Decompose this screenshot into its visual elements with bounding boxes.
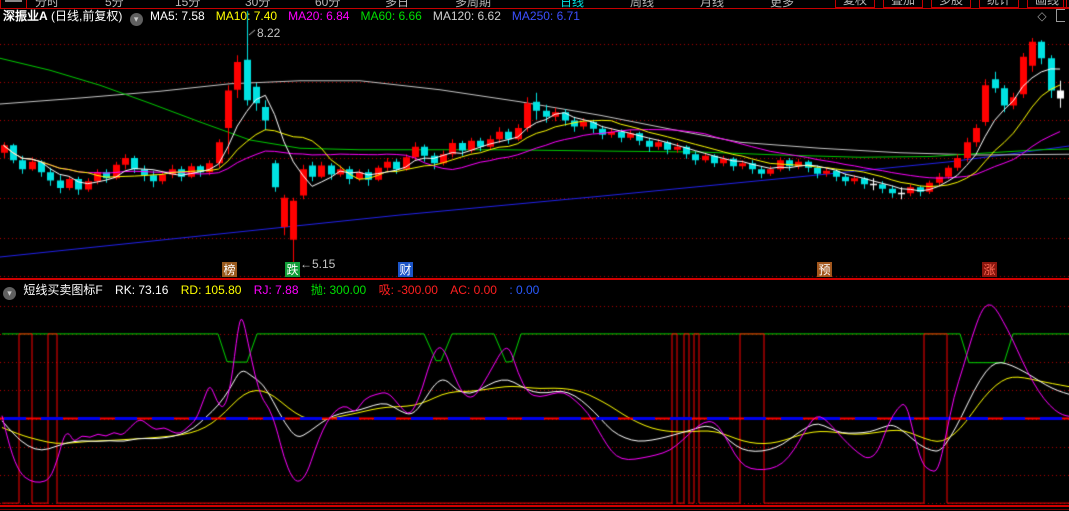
menu-hamburger-button[interactable] bbox=[0, 0, 27, 8]
indicator-value-rd: RD: 105.80 bbox=[180, 283, 242, 297]
menu-item-日线[interactable]: 日线 bbox=[560, 0, 584, 8]
app-window: 分时5分15分30分60分多日多周期日线周线月线更多 复权叠加多股统计画线工具 … bbox=[0, 0, 1069, 511]
event-marker-涨[interactable]: 涨 bbox=[982, 262, 997, 277]
menu-item-多日[interactable]: 多日 bbox=[385, 0, 409, 8]
top-menu-bar: 分时 5分 15分 30分 60分 多日 多周期 日线 周线 月线 更多 复权叠加多股统计画线工具 bbox=[0, 0, 1069, 8]
toolbar-button-多股[interactable]: 多股 bbox=[931, 0, 972, 8]
event-marker-榜[interactable]: 榜 bbox=[222, 262, 237, 277]
panel-divider bbox=[0, 278, 1069, 280]
menu-item-5分[interactable]: 5分 bbox=[105, 0, 124, 8]
indicator-value-rj: RJ: 7.88 bbox=[253, 283, 299, 297]
indicator-chart-canvas[interactable] bbox=[0, 300, 1069, 505]
menu-item-分时[interactable]: 分时 bbox=[35, 0, 59, 8]
bottom-border bbox=[0, 505, 1069, 507]
indicator-panel-header: ▾ 短线买卖图标F RK: 73.16 RD: 105.80 RJ: 7.88 … bbox=[0, 281, 1069, 300]
indicator-value-pao: 抛: 300.00 bbox=[310, 283, 367, 297]
toolbar-button-复权[interactable]: 复权 bbox=[835, 0, 876, 8]
indicator-value-ac: AC: 0.00 bbox=[450, 283, 497, 297]
event-marker-预[interactable]: 预 bbox=[817, 262, 832, 277]
menu-item-15分[interactable]: 15分 bbox=[175, 0, 200, 8]
menu-item-多周期[interactable]: 多周期 bbox=[455, 0, 491, 8]
low-price-label: ←5.15 bbox=[300, 257, 336, 271]
price-chart-canvas[interactable] bbox=[0, 9, 1069, 279]
event-marker-跌[interactable]: 跌 bbox=[285, 262, 300, 277]
high-price-label: 8.22 bbox=[257, 26, 281, 40]
toolbar-button-叠加[interactable]: 叠加 bbox=[883, 0, 924, 8]
menu-item-30分[interactable]: 30分 bbox=[245, 0, 270, 8]
indicator-value-extra: : 0.00 bbox=[509, 283, 540, 297]
event-marker-财[interactable]: 财 bbox=[398, 262, 413, 277]
indicator-value-rk: RK: 73.16 bbox=[115, 283, 169, 297]
chevron-down-icon[interactable]: ▾ bbox=[3, 287, 16, 300]
toolbar-button-画线[interactable]: 画线 bbox=[1027, 0, 1068, 8]
menu-item-更多[interactable]: 更多 bbox=[770, 0, 794, 8]
indicator-title: 短线买卖图标F bbox=[23, 283, 103, 297]
menu-item-周线[interactable]: 周线 bbox=[630, 0, 654, 8]
menu-item-月线[interactable]: 月线 bbox=[700, 0, 724, 8]
bottom-border-shadow bbox=[0, 509, 1069, 510]
menu-item-60分[interactable]: 60分 bbox=[315, 0, 340, 8]
toolbar-button-工具[interactable]: 工具 bbox=[1063, 0, 1069, 8]
toolbar-button-统计[interactable]: 统计 bbox=[979, 0, 1020, 8]
indicator-value-xi: 吸: -300.00 bbox=[378, 283, 438, 297]
